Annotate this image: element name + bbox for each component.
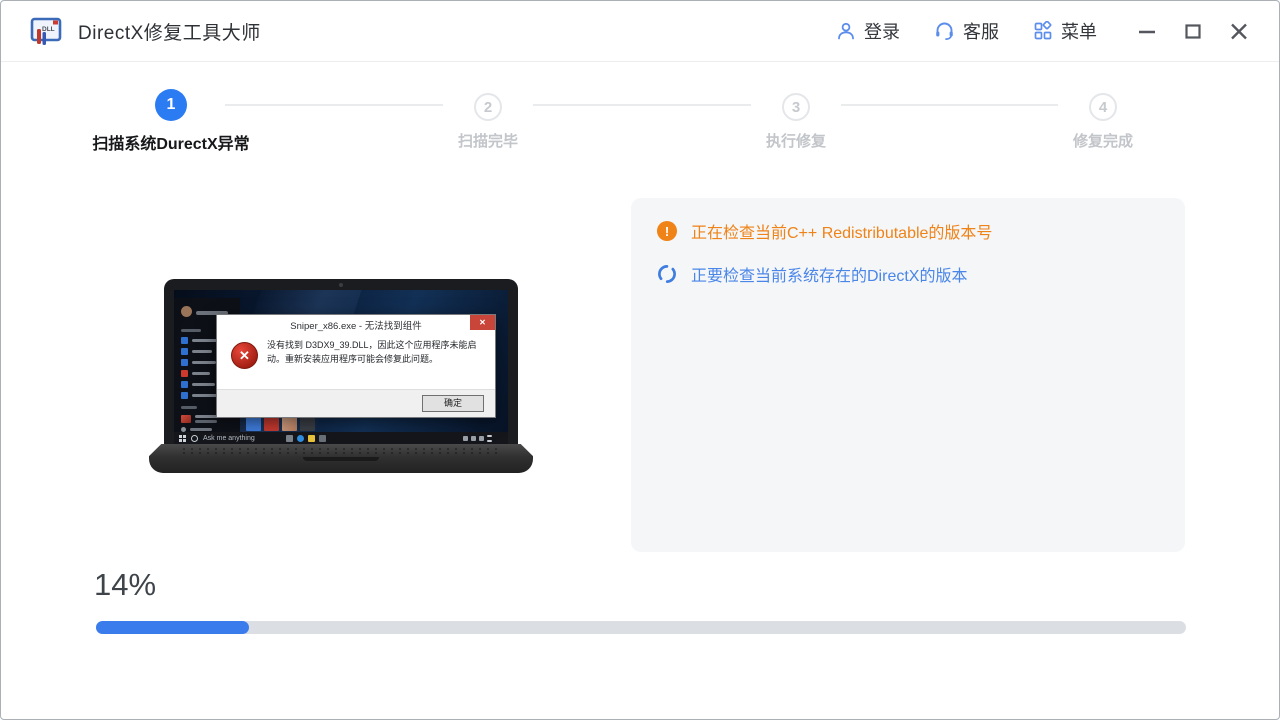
taskbar-tray: [463, 435, 503, 442]
scan-status-panel: ! 正在检查当前C++ Redistributable的版本号 正要检查当前系统…: [631, 198, 1185, 552]
step-connector-3: [841, 104, 1058, 106]
avatar: [181, 306, 192, 317]
taskbar-search-text: Ask me anything: [203, 435, 255, 442]
taskbar-app-icons: [286, 435, 326, 442]
windows-taskbar: Ask me anything: [174, 432, 508, 444]
cortana-icon: [191, 435, 198, 442]
status-item-checking-directx: 正要检查当前系统存在的DirectX的版本: [657, 262, 1161, 286]
start-menu-tiles: [246, 416, 315, 431]
step-4-circle: 4: [1089, 93, 1117, 121]
progress-bar: [96, 621, 1186, 634]
step-4-label: 修复完成: [983, 130, 1223, 151]
app-window: DLL DirectX修复工具大师 登录 客服: [0, 0, 1280, 720]
step-2-label: 扫描完毕: [368, 130, 608, 151]
step-connector-2: [533, 104, 751, 106]
step-3-circle: 3: [782, 93, 810, 121]
loading-spinner-icon: [657, 264, 677, 284]
progress-percent-label: 14%: [94, 567, 156, 603]
windows-start-icon: [179, 435, 186, 442]
status-text: 正在检查当前C++ Redistributable的版本号: [691, 219, 992, 243]
webcam-dot: [339, 283, 343, 287]
laptop-base: [149, 444, 533, 473]
warning-icon: !: [657, 221, 677, 241]
dll-error-dialog: Sniper_x86.exe - 无法找到组件 ✕ ✕ 没有找到 D3DX9_3…: [216, 314, 496, 418]
error-x-icon: ✕: [231, 342, 258, 369]
step-1-circle: 1: [155, 89, 187, 121]
error-dialog-title: Sniper_x86.exe - 无法找到组件: [217, 315, 495, 335]
step-connector-1: [225, 104, 443, 106]
error-ok-button: 确定: [422, 395, 484, 412]
step-3-label: 执行修复: [676, 130, 916, 151]
progress-fill: [96, 621, 249, 634]
error-dialog-close-icon: ✕: [470, 315, 495, 330]
laptop-illustration: Ask me anything Sniper_x86.exe - 无法找到组件: [149, 279, 533, 473]
error-message: 没有找到 D3DX9_39.DLL，因此这个应用程序未能启动。重新安装应用程序可…: [267, 339, 483, 369]
laptop-screen: Ask me anything Sniper_x86.exe - 无法找到组件: [164, 279, 518, 444]
windows-desktop: Ask me anything Sniper_x86.exe - 无法找到组件: [174, 290, 508, 444]
step-1-label: 扫描系统DurectX异常: [51, 130, 291, 154]
status-item-checking-redistributable: ! 正在检查当前C++ Redistributable的版本号: [657, 219, 1161, 243]
status-text: 正要检查当前系统存在的DirectX的版本: [691, 262, 967, 286]
step-2-circle: 2: [474, 93, 502, 121]
step-progress: 1 2 3 4 扫描系统DurectX异常 扫描完毕 执行修复 修复完成: [1, 1, 1279, 161]
